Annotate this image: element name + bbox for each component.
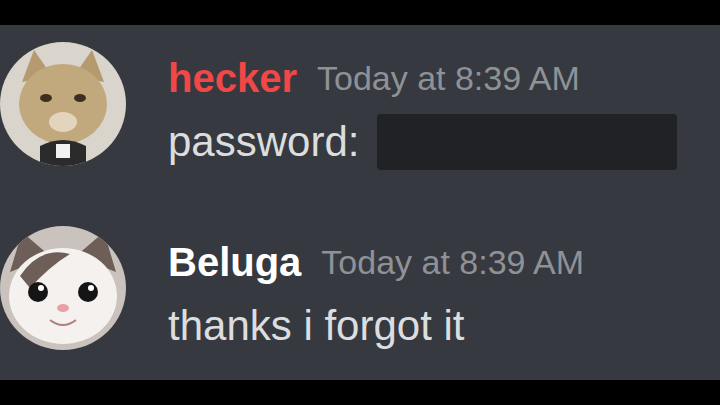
cat-avatar-icon[interactable] [0, 226, 126, 350]
chat-message: Beluga Today at 8:39 AM thanks i forgot it [0, 226, 720, 354]
cat-face-icon [0, 226, 126, 350]
chat-message: hecker Today at 8:39 AM password: [0, 42, 720, 170]
message-text: password: [168, 117, 359, 167]
message-header: hecker Today at 8:39 AM [168, 50, 715, 106]
timestamp: Today at 8:39 AM [321, 242, 584, 283]
message-text: thanks i forgot it [168, 301, 464, 351]
cat-face-icon [0, 42, 126, 166]
message-body: hecker Today at 8:39 AM password: [168, 42, 720, 170]
chat-area: hecker Today at 8:39 AM password: Beluga Tod… [0, 25, 720, 380]
message-content: thanks i forgot it [168, 298, 715, 354]
spoiler[interactable] [377, 114, 677, 170]
message-content: password: [168, 114, 715, 170]
timestamp: Today at 8:39 AM [317, 58, 580, 99]
message-body: Beluga Today at 8:39 AM thanks i forgot it [168, 226, 720, 354]
cat-avatar-icon[interactable] [0, 42, 126, 166]
author-name[interactable]: hecker [168, 54, 297, 102]
message-header: Beluga Today at 8:39 AM [168, 234, 715, 290]
author-name[interactable]: Beluga [168, 238, 301, 286]
bottom-letterbox [0, 380, 720, 405]
top-letterbox [0, 0, 720, 25]
